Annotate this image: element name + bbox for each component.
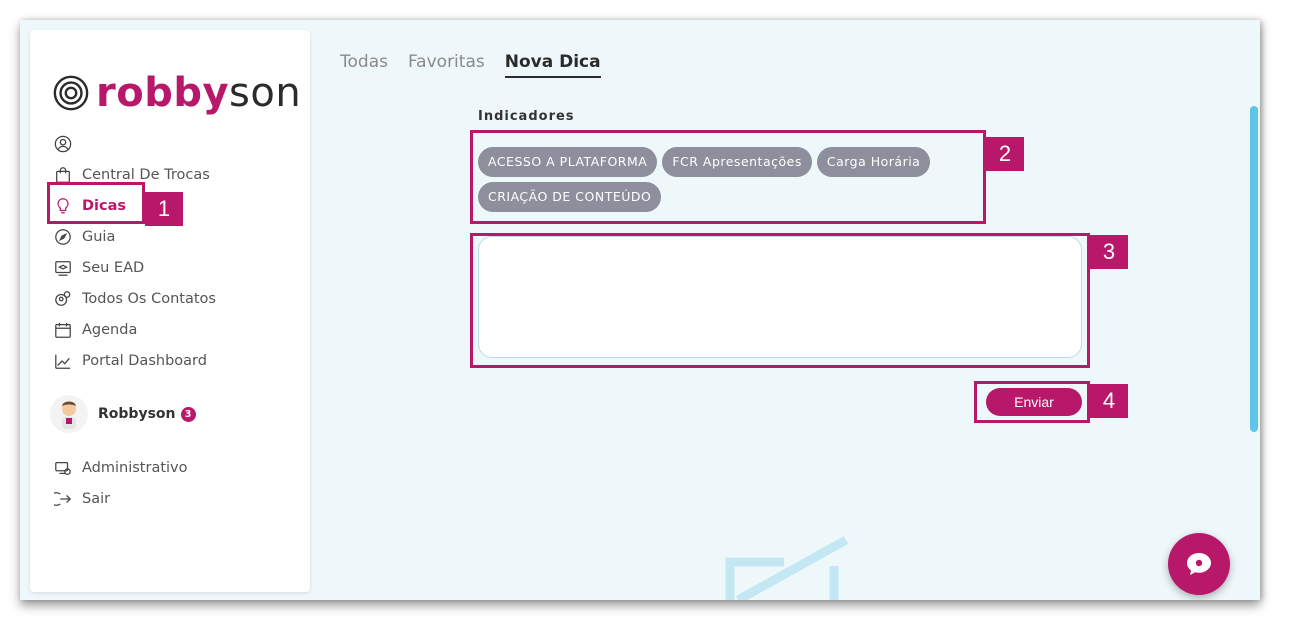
- sidebar-item-sair[interactable]: Sair: [54, 483, 304, 514]
- robbyson-logo[interactable]: robbyson: [52, 70, 301, 116]
- user-circle-icon: [54, 135, 72, 152]
- sidebar: robbyson Central De Trocas Dicas Guia Se: [30, 30, 310, 592]
- sidebar-item-label: Agenda: [82, 321, 138, 338]
- compass-icon: [55, 228, 71, 245]
- notification-badge: 3: [180, 406, 196, 422]
- highlight-send: [974, 381, 1090, 423]
- chat-bubble-icon: [1187, 553, 1211, 575]
- sidebar-item-administrativo[interactable]: Administrativo: [54, 452, 304, 483]
- annotation-1: 1: [145, 192, 183, 226]
- tab-nova-dica[interactable]: Nova Dica: [504, 52, 601, 78]
- annotation-4: 4: [1090, 384, 1128, 418]
- sidebar-item-profile[interactable]: [54, 128, 304, 159]
- sidebar-item-label: Seu EAD: [82, 259, 145, 276]
- sidebar-item-seu-ead[interactable]: Seu EAD: [54, 252, 304, 283]
- sidebar-item-label: Guia: [82, 228, 116, 245]
- calendar-icon: [55, 322, 71, 338]
- shopping-bag-icon: [56, 166, 70, 183]
- scrollbar[interactable]: [1250, 106, 1258, 432]
- robot-avatar-icon: [50, 395, 88, 433]
- logo-mark-icon: [53, 75, 89, 111]
- sidebar-item-label: Central De Trocas: [82, 166, 210, 183]
- monitor-graduation-icon: [55, 260, 71, 276]
- sidebar-nav: Central De Trocas Dicas Guia Seu EAD Tod…: [54, 128, 304, 376]
- highlight-dicas: [47, 182, 145, 224]
- avatar: [50, 395, 88, 433]
- sidebar-item-agenda[interactable]: Agenda: [54, 314, 304, 345]
- indicators-title: Indicadores: [478, 109, 575, 124]
- sidebar-item-todos-os-contatos[interactable]: Todos Os Contatos: [54, 283, 304, 314]
- contacts-icon: [55, 290, 71, 306]
- profile-name: Robbyson: [98, 406, 176, 422]
- logout-icon: [54, 491, 72, 506]
- user-profile[interactable]: Robbyson 3: [50, 395, 196, 433]
- highlight-chips: [470, 130, 986, 224]
- tab-bar: Todas Favoritas Nova Dica: [340, 52, 601, 78]
- tab-favoritas[interactable]: Favoritas: [408, 52, 485, 78]
- chart-line-icon: [55, 354, 71, 369]
- sidebar-item-label: Portal Dashboard: [82, 352, 207, 369]
- sidebar-item-portal-dashboard[interactable]: Portal Dashboard: [54, 345, 304, 376]
- logo-text: robbyson: [96, 70, 302, 116]
- sidebar-bottom-nav: Administrativo Sair: [54, 452, 304, 514]
- watermark-illustration-icon: [725, 536, 849, 600]
- highlight-textarea: [470, 233, 1090, 368]
- annotation-2: 2: [986, 137, 1024, 171]
- sidebar-item-label: Sair: [82, 490, 111, 507]
- annotation-3: 3: [1090, 235, 1128, 269]
- chat-button[interactable]: [1168, 533, 1230, 595]
- sidebar-item-label: Todos Os Contatos: [82, 290, 216, 307]
- sidebar-item-label: Administrativo: [82, 459, 188, 476]
- admin-icon: [55, 461, 71, 475]
- tab-todas[interactable]: Todas: [340, 52, 388, 78]
